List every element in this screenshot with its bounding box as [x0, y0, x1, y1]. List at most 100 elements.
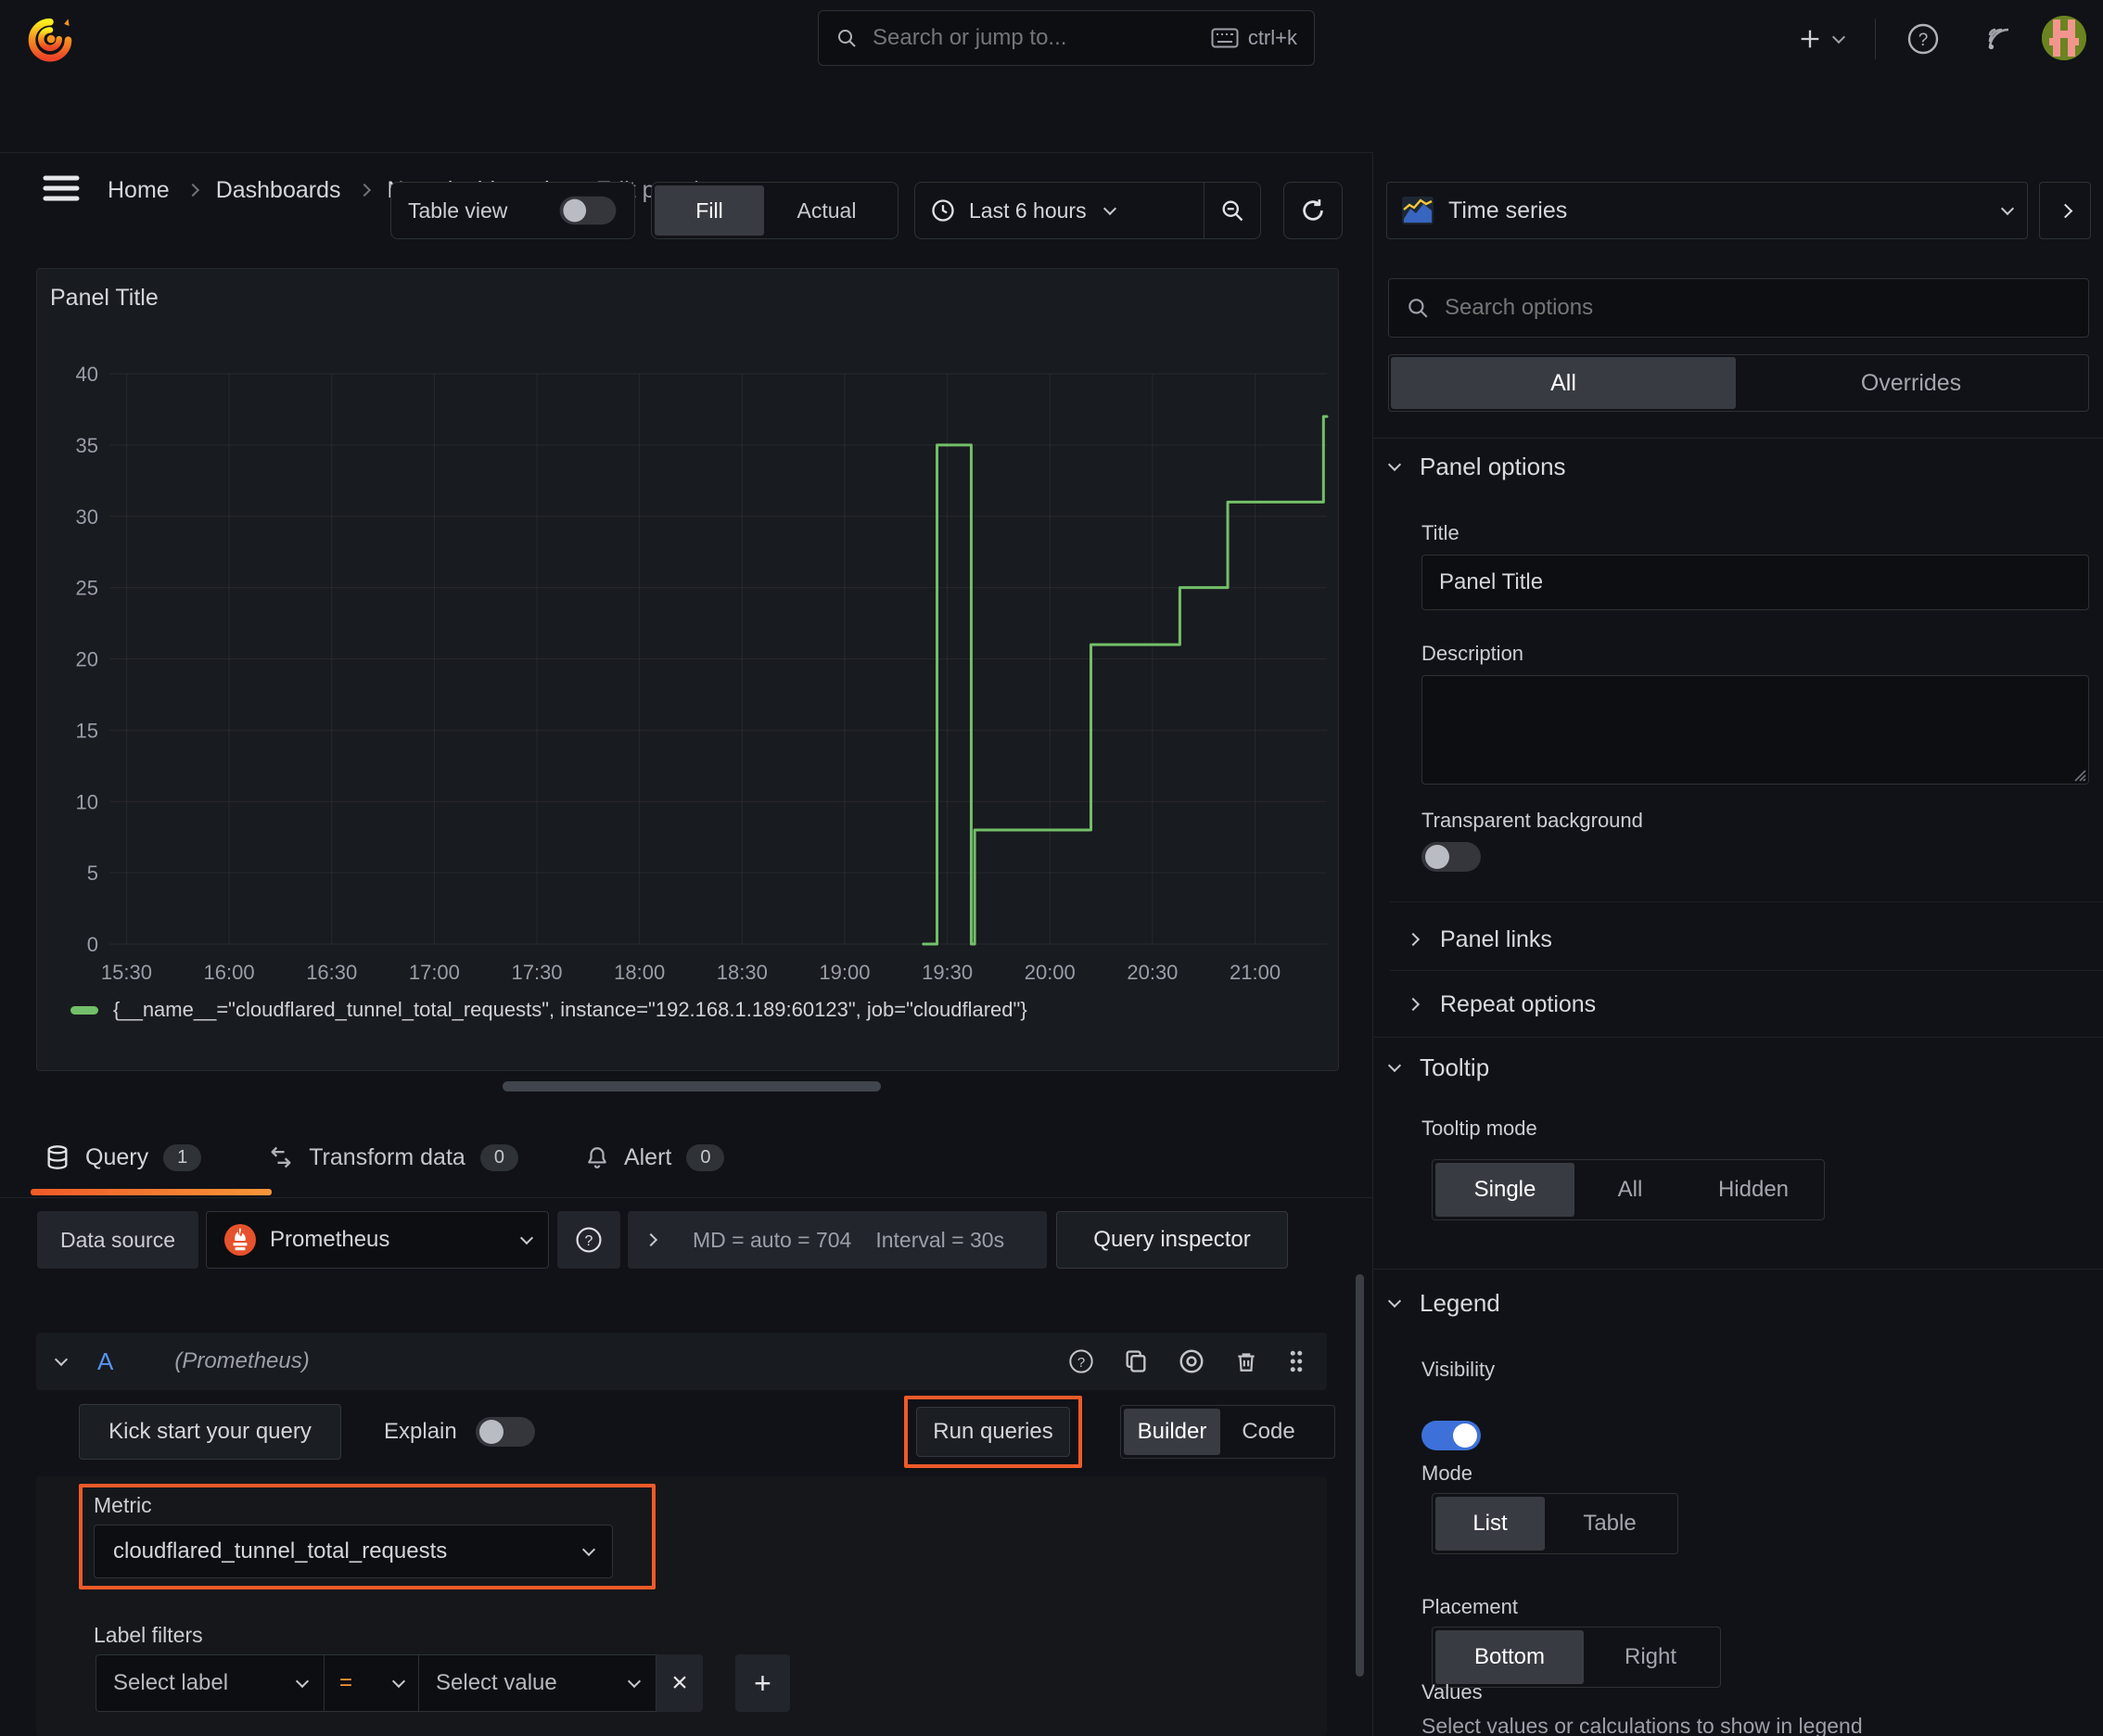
- tooltip-header[interactable]: Tooltip: [1387, 1053, 1489, 1082]
- fill-option[interactable]: Fill: [655, 185, 764, 236]
- legend-table-option[interactable]: Table: [1545, 1497, 1675, 1551]
- help-button[interactable]: ?: [1906, 22, 1940, 56]
- description-field-label: Description: [1421, 642, 1524, 665]
- transform-icon: [268, 1144, 294, 1170]
- svg-text:16:30: 16:30: [306, 961, 357, 984]
- transparent-bg-toggle[interactable]: [1421, 842, 1481, 872]
- legend-list-option[interactable]: List: [1435, 1497, 1545, 1551]
- database-icon: [45, 1144, 70, 1170]
- viz-picker[interactable]: Time series: [1386, 182, 2028, 239]
- metric-select[interactable]: cloudflared_tunnel_total_requests: [94, 1525, 613, 1578]
- toggle-viz-picker-button[interactable]: [2039, 182, 2091, 239]
- add-filter-button[interactable]: +: [735, 1654, 790, 1712]
- toggle-visibility-icon[interactable]: [1177, 1347, 1206, 1375]
- run-queries-button[interactable]: Run queries: [916, 1407, 1070, 1457]
- options-search-box[interactable]: [1388, 278, 2089, 338]
- svg-text:17:30: 17:30: [511, 961, 562, 984]
- global-search-box[interactable]: ctrl+k: [818, 10, 1315, 66]
- svg-text:16:00: 16:00: [204, 961, 255, 984]
- kickstart-query-button[interactable]: Kick start your query: [79, 1404, 341, 1460]
- datasource-picker[interactable]: Prometheus: [206, 1211, 549, 1269]
- editor-tabs: Query 1 Transform data 0 Alert 0: [45, 1124, 758, 1191]
- chevron-down-icon: [1387, 1294, 1402, 1308]
- options-search-input[interactable]: [1443, 294, 2071, 322]
- query-help-icon[interactable]: ?: [1067, 1347, 1095, 1375]
- options-divider: [1373, 438, 2103, 439]
- svg-text:18:30: 18:30: [717, 961, 768, 984]
- tooltip-single-option[interactable]: Single: [1435, 1163, 1574, 1217]
- overrides-tab[interactable]: Overrides: [1736, 357, 2086, 409]
- datasource-help-button[interactable]: ?: [557, 1211, 620, 1269]
- delete-query-icon[interactable]: [1234, 1347, 1258, 1375]
- tab-query[interactable]: Query 1: [45, 1124, 235, 1191]
- panel-resize-handle[interactable]: [503, 1081, 881, 1091]
- query-row-header[interactable]: A (Prometheus) ?: [36, 1333, 1327, 1390]
- code-option[interactable]: Code: [1220, 1409, 1317, 1455]
- panel-title-input[interactable]: [1421, 555, 2089, 610]
- chevron-down-icon: [581, 1542, 596, 1556]
- explain-toggle[interactable]: [475, 1417, 535, 1447]
- all-tab[interactable]: All: [1391, 357, 1736, 409]
- user-avatar[interactable]: [2042, 16, 2086, 60]
- description-textarea[interactable]: [1421, 675, 2089, 785]
- table-view-control[interactable]: Table view: [390, 182, 635, 239]
- description-field[interactable]: [1421, 675, 2089, 785]
- svg-text:10: 10: [76, 790, 98, 813]
- chevron-down-icon: [1387, 457, 1402, 472]
- legend-item[interactable]: {__name__="cloudflared_tunnel_total_requ…: [70, 998, 1027, 1022]
- tab-alert[interactable]: Alert 0: [552, 1124, 758, 1191]
- time-series-viz-icon: [1402, 197, 1434, 224]
- tooltip-hidden-option[interactable]: Hidden: [1686, 1163, 1821, 1217]
- refresh-button[interactable]: [1283, 182, 1343, 239]
- operator-dropdown[interactable]: =: [325, 1654, 419, 1712]
- tooltip-mode-control: Single All Hidden: [1432, 1159, 1825, 1220]
- svg-text:?: ?: [585, 1233, 593, 1249]
- svg-text:19:00: 19:00: [819, 961, 870, 984]
- time-range-picker[interactable]: Last 6 hours: [914, 182, 1204, 239]
- duplicate-query-icon[interactable]: [1123, 1347, 1149, 1375]
- title-field[interactable]: [1421, 555, 2089, 610]
- breadcrumb-home[interactable]: Home: [108, 177, 170, 204]
- left-pane-scrollbar[interactable]: [1356, 1274, 1364, 1677]
- table-view-toggle[interactable]: [559, 196, 617, 225]
- zoom-out-button[interactable]: [1204, 182, 1261, 239]
- max-data-points-stat: MD = auto = 704: [693, 1227, 852, 1252]
- actual-option[interactable]: Actual: [764, 185, 889, 236]
- label-filters-row: Select label = Select value × +: [96, 1654, 790, 1712]
- visibility-toggle[interactable]: [1421, 1421, 1481, 1450]
- drag-handle-icon[interactable]: [1286, 1347, 1306, 1375]
- remove-filter-button[interactable]: ×: [656, 1654, 703, 1712]
- legend-header[interactable]: Legend: [1387, 1289, 1500, 1318]
- new-dropdown[interactable]: [1797, 20, 1846, 57]
- menu-toggle[interactable]: [43, 174, 80, 202]
- chevron-right-icon: [1406, 932, 1421, 947]
- tooltip-all-option[interactable]: All: [1574, 1163, 1686, 1217]
- panel-options-header[interactable]: Panel options: [1387, 453, 1566, 481]
- grafana-logo[interactable]: [26, 13, 74, 63]
- legend-title: Legend: [1420, 1289, 1500, 1317]
- tabs-divider: [0, 1197, 1372, 1198]
- builder-option[interactable]: Builder: [1124, 1409, 1220, 1455]
- news-rss-button[interactable]: [1982, 22, 2016, 56]
- breadcrumb-dashboards[interactable]: Dashboards: [216, 177, 341, 204]
- datasource-name: Prometheus: [270, 1227, 390, 1252]
- chevron-right-icon: [1406, 997, 1421, 1012]
- expand-stats-icon[interactable]: [644, 1232, 658, 1247]
- query-inspector-button[interactable]: Query inspector: [1056, 1211, 1288, 1269]
- chevron-down-icon: [2000, 201, 2015, 215]
- collapse-query-icon[interactable]: [54, 1352, 69, 1366]
- placement-right-option[interactable]: Right: [1584, 1630, 1717, 1684]
- placement-control: Bottom Right: [1432, 1627, 1721, 1688]
- repeat-options-section[interactable]: Repeat options: [1406, 981, 1596, 1028]
- tab-transform[interactable]: Transform data 0: [235, 1124, 552, 1191]
- panel: Panel Title 0 5 10 15 20 25 30 35 40 15:30 16:00 16…: [36, 268, 1339, 1071]
- select-label-dropdown[interactable]: Select label: [96, 1654, 325, 1712]
- tab-alert-count: 0: [686, 1143, 725, 1171]
- select-value-dropdown[interactable]: Select value: [419, 1654, 656, 1712]
- time-series-chart[interactable]: 0 5 10 15 20 25 30 35 40 15:30 16:00 16:30 17:00 17:3…: [37, 269, 1336, 1002]
- panel-links-section[interactable]: Panel links: [1406, 916, 1552, 963]
- svg-text:19:30: 19:30: [922, 961, 973, 984]
- placement-bottom-option[interactable]: Bottom: [1435, 1630, 1584, 1684]
- search-input[interactable]: [871, 24, 1211, 52]
- legend-series-label[interactable]: {__name__="cloudflared_tunnel_total_requ…: [113, 998, 1027, 1022]
